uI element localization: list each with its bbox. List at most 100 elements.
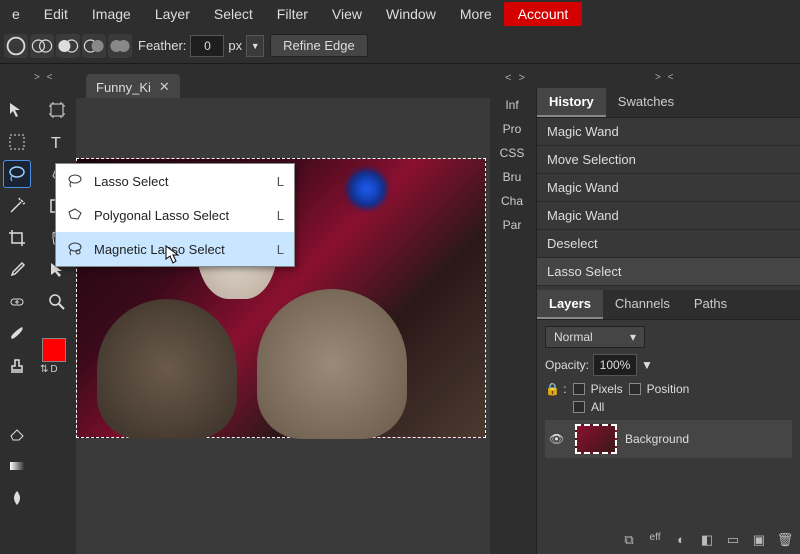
close-icon[interactable]: ✕ [159, 79, 170, 95]
lasso-icon [66, 172, 84, 190]
tab-channels[interactable]: Channels [603, 290, 682, 319]
marquee-tool-icon[interactable] [3, 128, 31, 156]
brush-tool-icon[interactable] [3, 320, 31, 348]
visibility-icon[interactable]: 👁 [549, 432, 567, 446]
adjustment-icon[interactable]: ◧ [698, 532, 716, 548]
type-tool-icon[interactable]: T [43, 128, 71, 156]
lock-all-checkbox[interactable] [573, 401, 585, 413]
lasso-select-option[interactable]: Lasso Select L [56, 164, 294, 198]
feather-control: Feather: 0 px ▼ [138, 35, 264, 57]
selection-subtract-icon[interactable] [56, 34, 80, 58]
crop-tool-icon[interactable] [3, 224, 31, 252]
selection-new-icon[interactable] [4, 34, 28, 58]
properties-panel-tab[interactable]: Pro [490, 122, 534, 136]
menu-image[interactable]: Image [80, 2, 143, 26]
polygonal-lasso-icon [66, 206, 84, 224]
history-list: Magic Wand Move Selection Magic Wand Mag… [537, 118, 800, 286]
collapse-right-icon[interactable]: > < [655, 72, 675, 83]
options-bar: Feather: 0 px ▼ Refine Edge [0, 28, 800, 64]
lock-pixels-checkbox[interactable] [573, 383, 585, 395]
toolbar-column-1 [2, 96, 32, 512]
swap-colors-icon[interactable]: ⇅ [40, 364, 48, 375]
magic-wand-tool-icon[interactable] [3, 192, 31, 220]
history-item[interactable]: Move Selection [537, 146, 800, 174]
link-layers-icon[interactable]: ⧉ [620, 532, 638, 548]
history-item[interactable]: Magic Wand [537, 118, 800, 146]
blend-mode-select[interactable]: Normal▾ [545, 326, 645, 348]
blur-tool-icon[interactable] [3, 484, 31, 512]
selection-mode-group [4, 34, 132, 58]
healing-tool-icon[interactable] [3, 288, 31, 316]
artboard-tool-icon[interactable] [43, 96, 71, 124]
opacity-label: Opacity: [545, 358, 589, 372]
document-tab[interactable]: Funny_Ki ✕ [86, 74, 180, 100]
layers-footer-icons: ⧉ eff ◐ ◧ ▭ ▣ 🗑 [544, 532, 794, 548]
brush-panel-tab[interactable]: Bru [490, 170, 534, 184]
selection-intersect-icon[interactable] [82, 34, 106, 58]
tab-layers[interactable]: Layers [537, 290, 603, 319]
menu-select[interactable]: Select [202, 2, 265, 26]
feather-input[interactable]: 0 [190, 35, 224, 57]
menu-edit[interactable]: Edit [32, 2, 80, 26]
menu-account[interactable]: Account [504, 2, 583, 26]
move-tool-icon[interactable] [3, 96, 31, 124]
css-panel-tab[interactable]: CSS [490, 146, 534, 160]
feather-unit: px [228, 38, 242, 53]
foreground-color-swatch[interactable] [42, 338, 66, 362]
character-panel-tab[interactable]: Cha [490, 194, 534, 208]
layer-thumbnail[interactable] [575, 424, 617, 454]
menu-window[interactable]: Window [374, 2, 448, 26]
history-item[interactable]: Magic Wand [537, 174, 800, 202]
tab-history[interactable]: History [537, 88, 606, 117]
gradient-tool-icon[interactable] [3, 452, 31, 480]
menu-filter[interactable]: Filter [265, 2, 320, 26]
selection-add-icon[interactable] [30, 34, 54, 58]
magnetic-lasso-icon [66, 240, 84, 258]
lock-position-checkbox[interactable] [629, 383, 641, 395]
lock-label: 🔒 : [545, 382, 567, 396]
expand-panel-icon[interactable]: < > [505, 72, 527, 84]
polygonal-lasso-option[interactable]: Polygonal Lasso Select L [56, 198, 294, 232]
feather-dropdown-icon[interactable]: ▼ [246, 35, 264, 57]
history-item[interactable]: Lasso Select [537, 258, 800, 286]
history-panel-tabs: History Swatches [537, 88, 800, 118]
menu-item[interactable]: e [0, 2, 32, 26]
eraser-tool-icon[interactable] [3, 420, 31, 448]
folder-icon[interactable]: ▭ [724, 532, 742, 548]
lock-all-label: All [591, 400, 604, 414]
zoom-tool-icon[interactable] [43, 288, 71, 316]
stamp-tool-icon[interactable] [3, 352, 31, 380]
menu-layer[interactable]: Layer [143, 2, 202, 26]
color-swap-controls[interactable]: ⇅ D [40, 364, 58, 375]
document-tabs: Funny_Ki ✕ [86, 74, 180, 100]
layer-item[interactable]: 👁 Background [545, 420, 792, 458]
layer-name: Background [625, 432, 689, 446]
document-tab-name: Funny_Ki [96, 80, 151, 95]
option-shortcut: L [270, 242, 284, 257]
paragraph-panel-tab[interactable]: Par [490, 218, 534, 232]
option-label: Polygonal Lasso Select [94, 208, 260, 223]
history-item[interactable]: Deselect [537, 230, 800, 258]
layers-panel: Normal▾ Opacity: 100% ▼ 🔒 : Pixels Posit… [537, 320, 800, 464]
collapse-left-icon[interactable]: > < [34, 72, 54, 83]
info-panel-tab[interactable]: Inf [490, 98, 534, 112]
tab-swatches[interactable]: Swatches [606, 88, 686, 117]
eyedropper-tool-icon[interactable] [3, 256, 31, 284]
opacity-input[interactable]: 100% [593, 354, 637, 376]
selection-xor-icon[interactable] [108, 34, 132, 58]
delete-icon[interactable]: 🗑 [776, 532, 794, 548]
lock-position-label: Position [647, 382, 690, 396]
menu-more[interactable]: More [448, 2, 504, 26]
lasso-tool-icon[interactable] [3, 160, 31, 188]
opacity-dropdown-icon[interactable]: ▼ [641, 358, 653, 372]
svg-text:T: T [51, 135, 61, 152]
tab-paths[interactable]: Paths [682, 290, 739, 319]
default-colors-icon[interactable]: D [50, 364, 57, 375]
history-item[interactable]: Magic Wand [537, 202, 800, 230]
right-panel: History Swatches Magic Wand Move Selecti… [536, 88, 800, 554]
menu-view[interactable]: View [320, 2, 374, 26]
effects-icon[interactable]: eff [646, 532, 664, 548]
new-layer-icon[interactable]: ▣ [750, 532, 768, 548]
refine-edge-button[interactable]: Refine Edge [270, 34, 368, 57]
mask-icon[interactable]: ◐ [672, 532, 690, 548]
